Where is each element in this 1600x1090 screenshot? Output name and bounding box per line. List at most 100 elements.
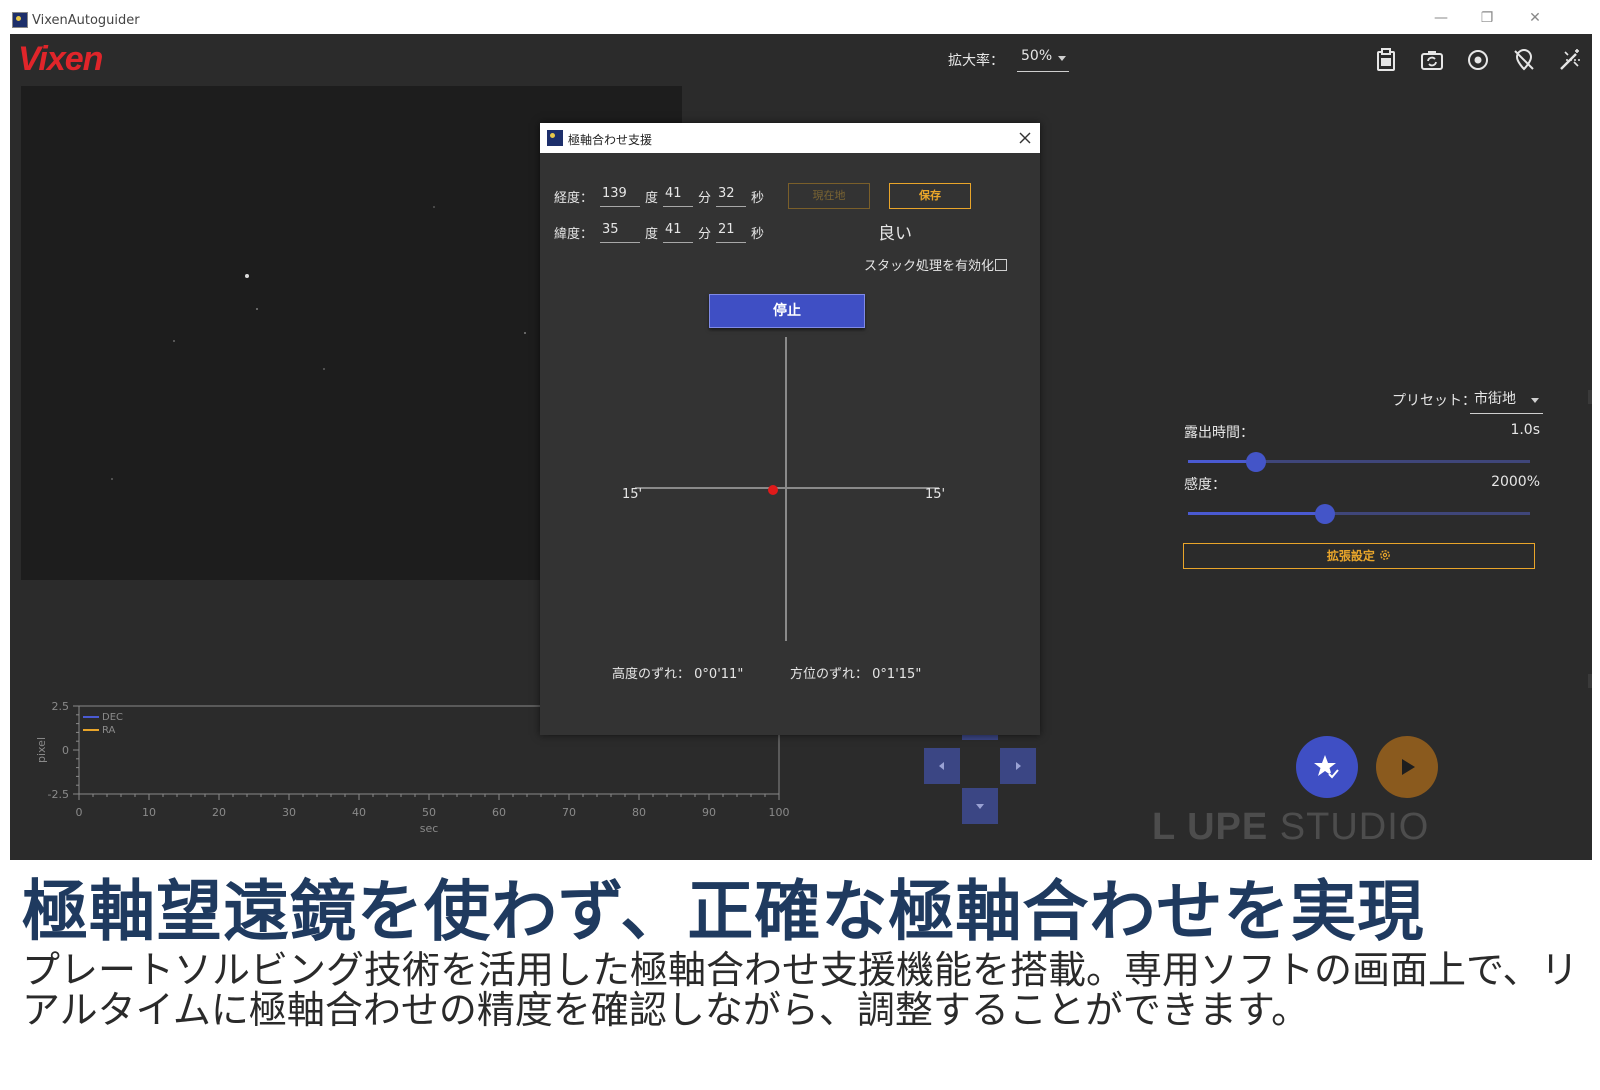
- longitude-min-input[interactable]: 41: [663, 183, 693, 207]
- caption-body: プレートソルビング技術を活用した極軸合わせ支援機能を搭載。専用ソフトの画面上で、…: [22, 948, 1579, 1032]
- preset-select[interactable]: 市街地: [1470, 388, 1543, 414]
- restore-button[interactable]: ❐: [1472, 10, 1502, 26]
- x-tick-label: 80: [632, 806, 646, 819]
- latitude-min-input[interactable]: 41: [663, 219, 693, 243]
- legend-dec-swatch: [83, 716, 99, 718]
- legend-ra: RA: [83, 725, 115, 736]
- zoom-label: 拡大率：: [948, 53, 1004, 69]
- graph-xlabel: sec: [420, 822, 439, 835]
- arrow-left-icon: [939, 762, 944, 770]
- solve-quality-text: 良い: [878, 224, 912, 244]
- x-tick-label: 10: [142, 806, 156, 819]
- scroll-up-marker[interactable]: [1588, 390, 1592, 404]
- dialog-app-icon: [547, 130, 563, 146]
- exposure-thumb[interactable]: [1246, 452, 1267, 472]
- app-icon: [12, 12, 28, 28]
- preset-label: プリセット：: [1392, 393, 1476, 409]
- gain-fill: [1188, 512, 1325, 515]
- arrow-right-icon: [1016, 762, 1021, 770]
- star: [323, 368, 325, 370]
- latitude-deg-input[interactable]: 35: [600, 219, 640, 243]
- altitude-deviation: 高度のずれ： 0°0'11": [612, 663, 743, 682]
- camera-refresh-icon[interactable]: [1418, 46, 1446, 74]
- longitude-sec-unit: 秒: [751, 191, 765, 206]
- gain-value: 2000%: [1491, 474, 1540, 490]
- gear-icon: [1380, 550, 1390, 560]
- longitude-label: 経度：: [554, 191, 594, 206]
- dpad-left-button[interactable]: [924, 748, 960, 784]
- x-tick-label: 100: [769, 806, 790, 819]
- watermark: L UPE STUDIO: [1152, 806, 1429, 849]
- target-icon[interactable]: [1464, 46, 1492, 74]
- zoom-value: 50%: [1021, 48, 1053, 64]
- watermark-light: STUDIO: [1279, 806, 1430, 848]
- dialog-close-button[interactable]: [1010, 123, 1040, 153]
- ext-settings-button[interactable]: 拡張設定: [1183, 543, 1535, 569]
- crosshair-horizontal: [635, 487, 939, 489]
- gain-thumb[interactable]: [1314, 504, 1335, 524]
- magic-wand-icon[interactable]: [1556, 46, 1584, 74]
- altitude-value: 0°0'11": [694, 667, 744, 682]
- polar-align-dialog: 極軸合わせ支援 経度： 139 度 41 分 32 秒 緯度： 35 度 41 …: [540, 123, 1040, 735]
- x-tick-label: 70: [562, 806, 576, 819]
- window-title: VixenAutoguider: [32, 13, 140, 28]
- start-guiding-button[interactable]: [1376, 736, 1438, 798]
- star: [111, 478, 113, 480]
- longitude-deg-unit: 度: [645, 191, 659, 206]
- star: [524, 332, 526, 334]
- y-tick-label: 0: [62, 744, 69, 757]
- stack-checkbox[interactable]: [995, 259, 1007, 271]
- zoom-select[interactable]: 50%: [1017, 48, 1069, 72]
- x-tick-label: 60: [492, 806, 506, 819]
- polar-align-button[interactable]: [1296, 736, 1358, 798]
- play-icon: [1402, 759, 1415, 775]
- crosshair-vertical: [785, 337, 787, 641]
- alignment-error-dot: [768, 485, 778, 495]
- save-button[interactable]: 保存: [889, 183, 971, 209]
- longitude-sec-input[interactable]: 32: [716, 183, 746, 207]
- close-window-button[interactable]: ✕: [1520, 10, 1550, 26]
- azimuth-value: 0°1'15": [872, 667, 922, 682]
- y-tick-label: -2.5: [48, 788, 69, 801]
- latitude-sec-input[interactable]: 21: [716, 219, 746, 243]
- azimuth-label: 方位のずれ：: [790, 667, 869, 682]
- graph-ylabel: pixel: [35, 737, 48, 763]
- x-tick-label: 50: [422, 806, 436, 819]
- x-tick-label: 20: [212, 806, 226, 819]
- longitude-min-unit: 分: [698, 191, 712, 206]
- minimize-button[interactable]: —: [1426, 10, 1456, 26]
- longitude-deg-input[interactable]: 139: [600, 183, 640, 207]
- chevron-down-icon: [1058, 56, 1066, 61]
- gain-slider[interactable]: [1188, 504, 1530, 524]
- x-tick-label: 0: [76, 806, 83, 819]
- gain-label: 感度：: [1184, 477, 1226, 493]
- window-titlebar: VixenAutoguider — ❐ ✕: [0, 0, 1600, 34]
- legend-ra-swatch: [83, 729, 99, 731]
- star: [256, 308, 258, 310]
- azimuth-deviation: 方位のずれ： 0°1'15": [790, 663, 921, 682]
- arrow-down-icon: [976, 804, 984, 809]
- exposure-label: 露出時間：: [1184, 425, 1254, 441]
- exposure-slider[interactable]: [1188, 452, 1530, 472]
- exposure-value: 1.0s: [1510, 422, 1540, 438]
- scale-left-label: 15': [622, 487, 643, 502]
- close-icon: [1019, 132, 1031, 144]
- stop-button[interactable]: 停止: [709, 294, 865, 328]
- x-tick-label: 30: [282, 806, 296, 819]
- ext-settings-label: 拡張設定: [1326, 549, 1375, 563]
- latitude-label: 緯度：: [554, 227, 594, 242]
- scroll-down-marker[interactable]: [1588, 674, 1592, 688]
- no-pin-icon[interactable]: [1510, 46, 1538, 74]
- altitude-label: 高度のずれ：: [612, 667, 691, 682]
- dpad-right-button[interactable]: [1000, 748, 1036, 784]
- dpad-down-button[interactable]: [962, 788, 998, 824]
- star: [433, 206, 435, 208]
- legend-dec: DEC: [83, 712, 123, 723]
- stack-label: スタック処理を有効化: [864, 259, 995, 274]
- clipboard-icon[interactable]: [1372, 46, 1400, 74]
- y-ticks: 2.5 0 -2.5: [48, 702, 79, 801]
- current-location-button[interactable]: 現在地: [788, 183, 870, 209]
- chevron-down-icon: [1531, 398, 1539, 403]
- scale-right-label: 15': [925, 487, 946, 502]
- preset-value: 市街地: [1474, 391, 1516, 407]
